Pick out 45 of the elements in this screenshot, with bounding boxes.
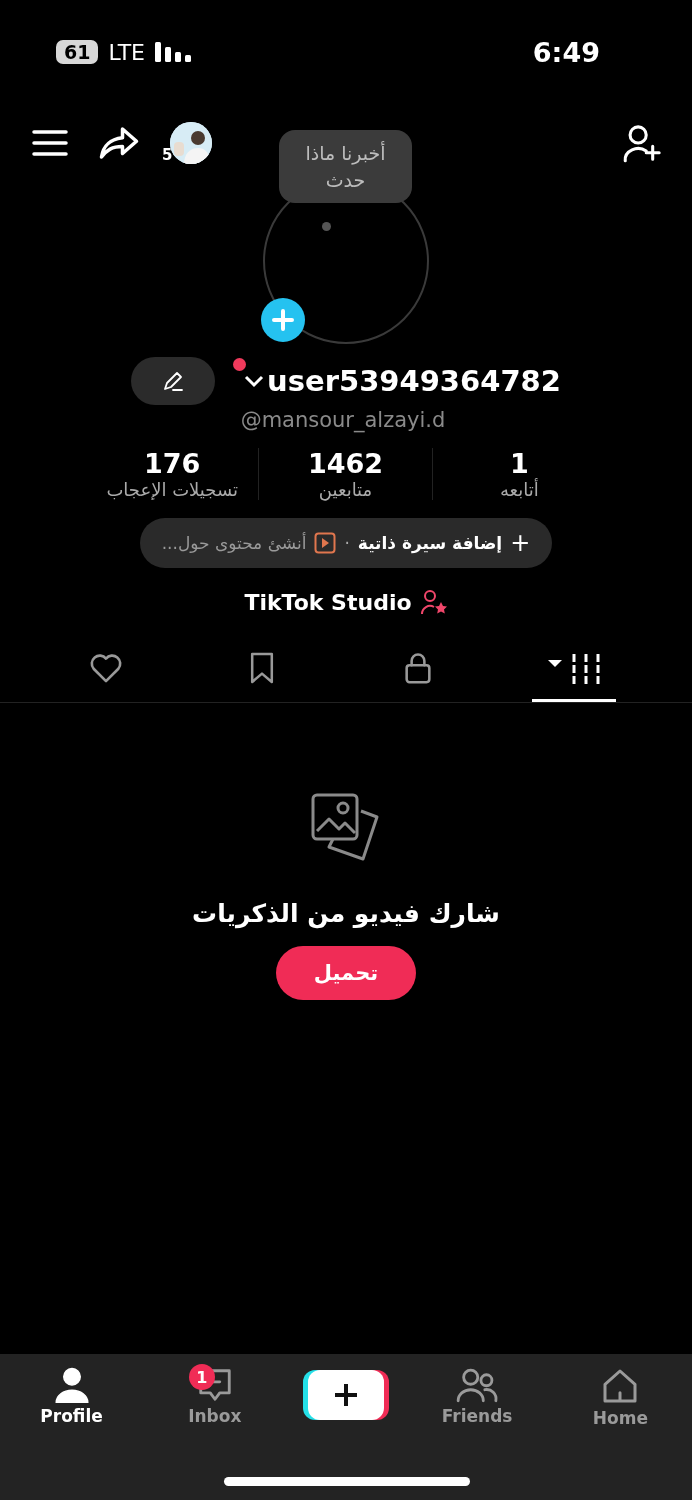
bookmark-icon — [248, 650, 276, 685]
story-count: 5 — [162, 146, 173, 164]
share-button[interactable] — [98, 125, 140, 161]
play-icon — [314, 532, 337, 554]
hint-tooltip: أخبرنا ماذا حدث — [279, 130, 412, 204]
stat-value: 1 — [509, 448, 529, 479]
menu-button[interactable] — [32, 129, 68, 157]
grid-dropdown-icon — [546, 651, 602, 684]
person-star-icon — [419, 589, 448, 615]
plus-sign: + — [510, 529, 531, 557]
heart-icon — [88, 651, 124, 684]
signal-icon — [155, 42, 192, 62]
stat-value: 176 — [144, 448, 201, 479]
lock-icon — [403, 650, 433, 685]
chevron-down-icon[interactable] — [243, 373, 266, 389]
unread-badge: 1 — [188, 1364, 215, 1390]
stat-label: متابعين — [318, 479, 373, 500]
add-bio-text: إضافة سيرة ذاتية — [357, 533, 503, 553]
nav-tab[interactable]: Home — [570, 1366, 671, 1428]
add-photo-button[interactable] — [261, 298, 305, 342]
studio-link[interactable]: TikTok Studio — [238, 588, 454, 616]
upload-button[interactable]: تحميل — [276, 946, 416, 1000]
plus-icon — [271, 308, 295, 332]
separator-dot: · — [344, 533, 350, 553]
person-icon — [53, 1366, 90, 1404]
clock-time: 6:49 — [532, 36, 600, 68]
stat-label: أتابعه — [499, 479, 539, 500]
nav-tab[interactable]: Profile — [21, 1366, 122, 1426]
battery-level: 61 — [56, 40, 99, 64]
tooltip-pointer-dot — [322, 222, 331, 231]
stat-label: تسجيلات الإعجاب — [106, 479, 238, 500]
pencil-icon — [161, 369, 186, 393]
username[interactable]: user53949364782 — [267, 364, 561, 398]
bio-bar[interactable]: + إضافة سيرة ذاتية · أنشئ محتوى حول... — [139, 518, 553, 568]
create-content-text: أنشئ محتوى حول... — [161, 533, 307, 553]
nav-tab[interactable]: Friends — [427, 1366, 528, 1426]
people-icon — [455, 1366, 500, 1404]
edit-profile-button[interactable] — [131, 357, 216, 405]
nav-tab[interactable]: 1 Inbox — [164, 1366, 265, 1426]
stat-value: 1462 — [307, 448, 384, 479]
user-handle: @mansour_alzayi.d — [239, 408, 447, 432]
add-friend-button[interactable] — [622, 123, 664, 163]
empty-state-title: شارك فيديو من الذكريات — [192, 899, 500, 928]
story-avatar[interactable] — [170, 122, 212, 164]
network-type: LTE — [108, 39, 146, 65]
